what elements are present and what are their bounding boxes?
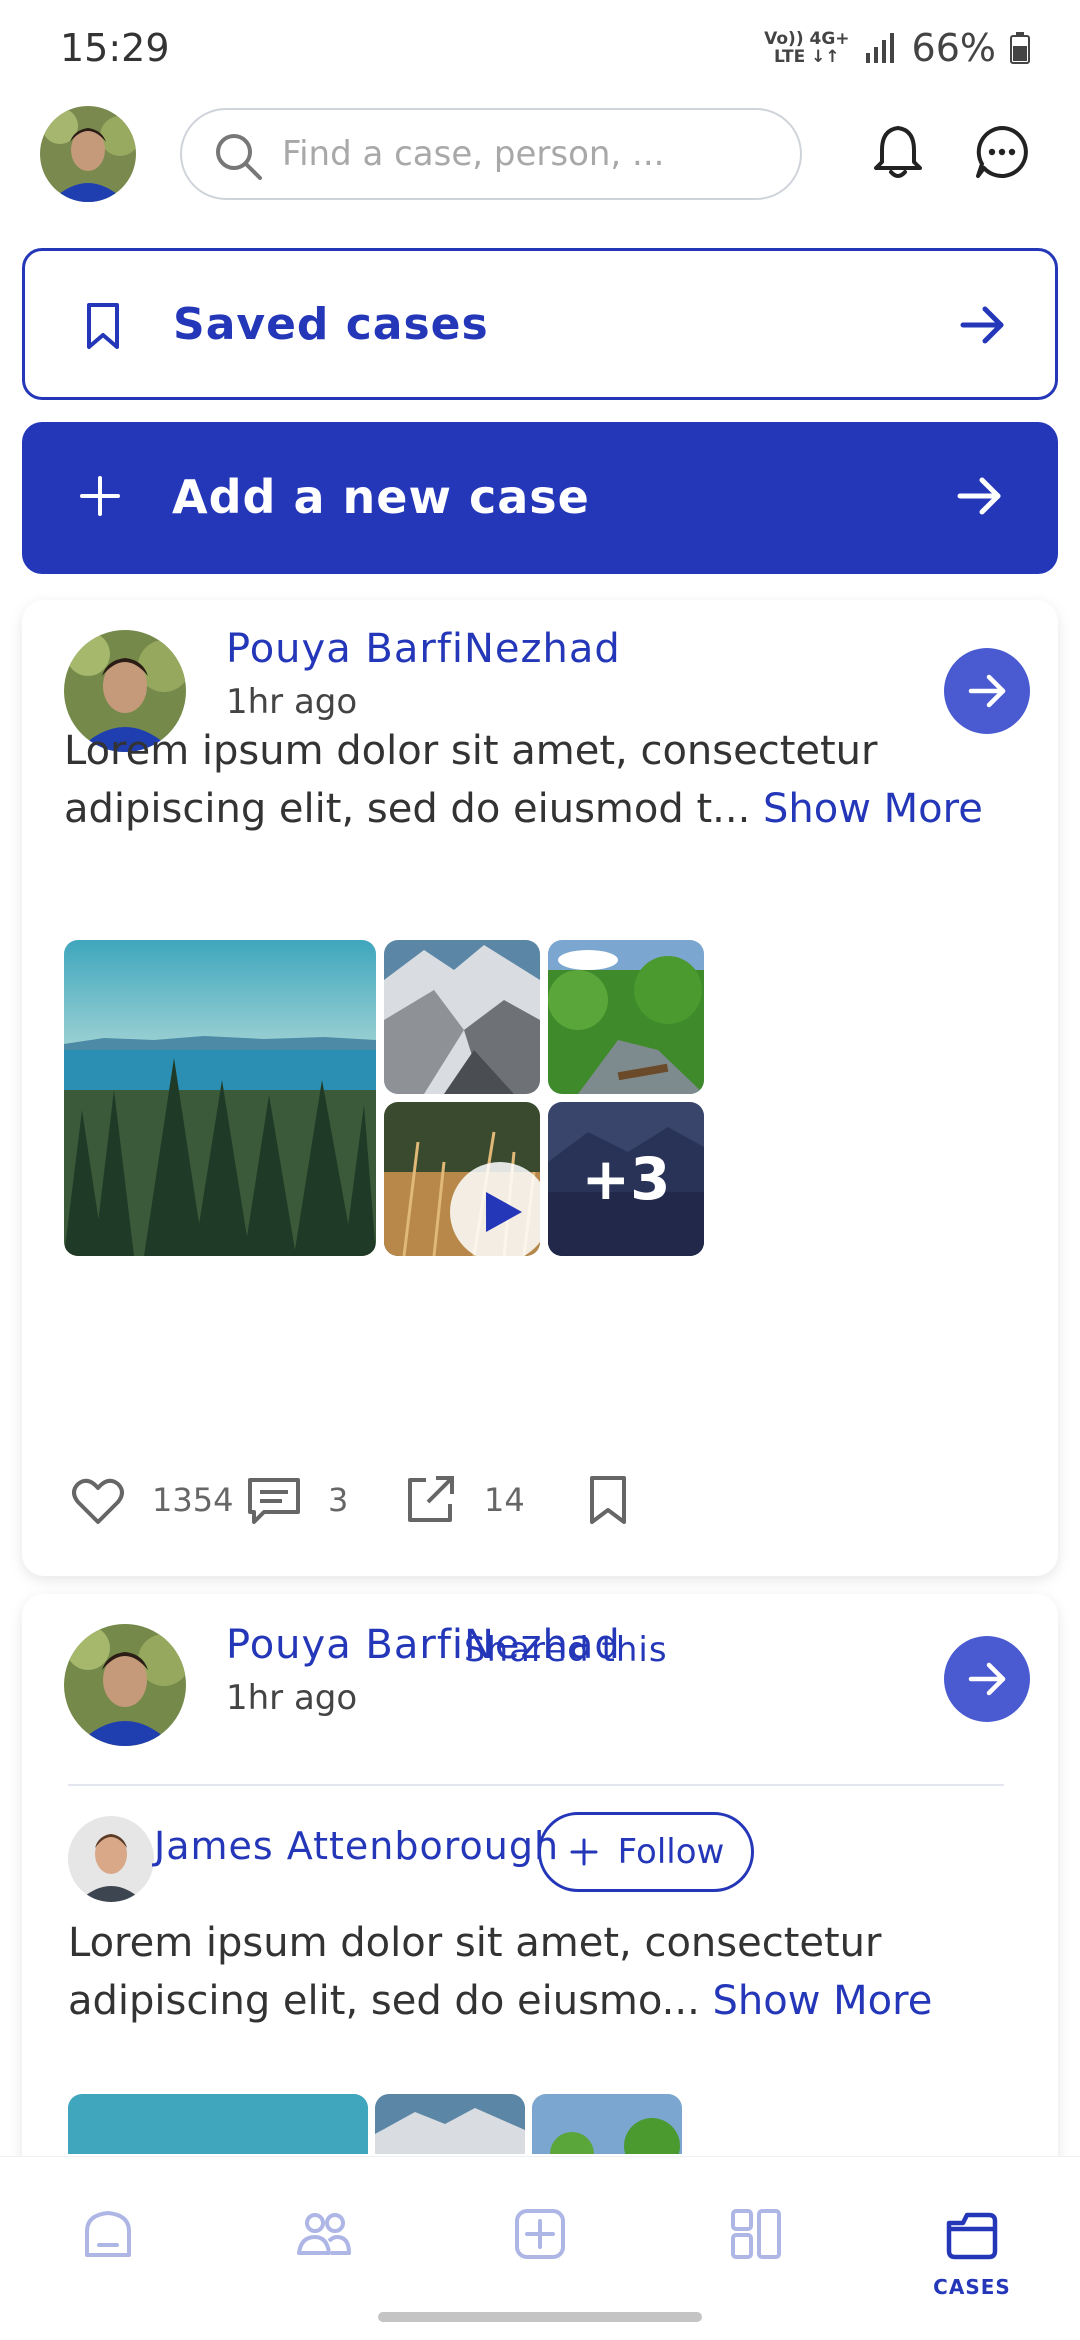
show-more-link[interactable]: Show More bbox=[713, 1978, 933, 2024]
battery-level: 66% bbox=[911, 26, 996, 70]
open-case-button[interactable] bbox=[944, 1636, 1030, 1722]
arrow-right-icon bbox=[957, 477, 1001, 515]
media-image-forest-lake[interactable] bbox=[68, 2094, 368, 2154]
saved-cases-label: Saved cases bbox=[173, 299, 489, 350]
status-bar: 15:29 Vo)) 4G+ LTE ↓↑ 66% bbox=[0, 0, 1080, 100]
media-image-mountains[interactable] bbox=[384, 940, 540, 1094]
status-time: 15:29 bbox=[60, 26, 170, 70]
post-time: 1hr ago bbox=[226, 682, 358, 722]
nav-home[interactable] bbox=[38, 2203, 178, 2313]
home-icon bbox=[85, 2211, 131, 2257]
post-text: Lorem ipsum dolor sit amet, consectetur … bbox=[68, 1920, 933, 2024]
nav-dashboard[interactable] bbox=[686, 2203, 826, 2313]
add-case-button[interactable]: Add a new case bbox=[22, 422, 1058, 574]
follow-button[interactable]: Follow bbox=[538, 1812, 754, 1892]
bookmark-action[interactable] bbox=[578, 1470, 638, 1530]
notification-bell-icon[interactable] bbox=[868, 122, 928, 182]
nav-people[interactable] bbox=[254, 2203, 394, 2313]
share-external-icon bbox=[408, 1476, 454, 1522]
dashboard-icon bbox=[731, 2209, 781, 2259]
arrow-right-icon bbox=[960, 306, 1004, 344]
battery-icon bbox=[1010, 32, 1030, 64]
add-square-icon bbox=[515, 2209, 565, 2259]
media-image-green-river[interactable] bbox=[532, 2094, 682, 2154]
comment-icon bbox=[248, 1478, 300, 1524]
add-case-label: Add a new case bbox=[172, 470, 590, 524]
case-card[interactable]: Pouya BarfiNezhad 1hr ago Lorem ipsum do… bbox=[22, 600, 1058, 1576]
top-bar bbox=[0, 100, 1080, 210]
nav-add[interactable] bbox=[470, 2203, 610, 2313]
more-media-count: +3 bbox=[548, 1102, 704, 1256]
status-icons: Vo)) 4G+ LTE ↓↑ 66% bbox=[764, 26, 1030, 70]
bookmark-icon bbox=[590, 1476, 626, 1524]
comment-count: 3 bbox=[328, 1481, 349, 1519]
arrow-right-icon bbox=[968, 1662, 1006, 1696]
arrow-right-icon bbox=[968, 674, 1006, 708]
media-image-more[interactable]: +3 bbox=[548, 1102, 704, 1256]
plus-icon bbox=[570, 1838, 598, 1866]
play-button[interactable] bbox=[450, 1162, 540, 1256]
profile-avatar[interactable] bbox=[40, 106, 136, 202]
nav-cases[interactable]: CASES bbox=[902, 2203, 1042, 2313]
media-image-green-river[interactable] bbox=[548, 940, 704, 1094]
post-actions: 1354 3 14 bbox=[22, 1470, 1058, 1560]
media-image-forest-lake[interactable] bbox=[64, 940, 376, 1256]
signal-icon bbox=[865, 33, 894, 63]
saved-cases-button[interactable]: Saved cases bbox=[22, 248, 1058, 400]
cases-folder-icon bbox=[946, 2212, 998, 2260]
show-more-link[interactable]: Show More bbox=[763, 786, 983, 832]
like-count: 1354 bbox=[152, 1481, 234, 1519]
heart-icon bbox=[72, 1478, 124, 1524]
post-text: Lorem ipsum dolor sit amet, consectetur … bbox=[64, 728, 983, 832]
home-indicator bbox=[378, 2312, 702, 2322]
divider bbox=[68, 1784, 1004, 1786]
messages-icon[interactable] bbox=[972, 122, 1032, 182]
follow-label: Follow bbox=[617, 1832, 725, 1872]
search-bar[interactable] bbox=[180, 108, 802, 200]
author-name[interactable]: Pouya BarfiNezhad bbox=[226, 626, 621, 672]
plus-icon bbox=[80, 476, 120, 516]
author-avatar[interactable] bbox=[64, 1624, 186, 1746]
original-author-name[interactable]: James Attenborough bbox=[154, 1824, 559, 1868]
like-action[interactable]: 1354 bbox=[68, 1470, 233, 1530]
media-image-mountains[interactable] bbox=[375, 2094, 525, 2154]
network-indicator: Vo)) 4G+ LTE ↓↑ bbox=[764, 29, 850, 67]
share-count: 14 bbox=[484, 1481, 525, 1519]
search-icon bbox=[216, 134, 262, 180]
bookmark-icon bbox=[87, 303, 119, 349]
nav-cases-label: CASES bbox=[933, 2275, 1011, 2299]
media-video-wheat[interactable] bbox=[384, 1102, 540, 1256]
share-action[interactable]: 14 bbox=[400, 1470, 525, 1530]
comment-action[interactable]: 3 bbox=[244, 1470, 348, 1530]
play-icon bbox=[486, 1192, 522, 1232]
shared-label: Shared this bbox=[464, 1630, 668, 1670]
original-author-avatar[interactable] bbox=[68, 1816, 154, 1902]
people-icon bbox=[297, 2213, 351, 2255]
search-input[interactable] bbox=[282, 126, 782, 182]
post-time: 1hr ago bbox=[226, 1678, 358, 1718]
